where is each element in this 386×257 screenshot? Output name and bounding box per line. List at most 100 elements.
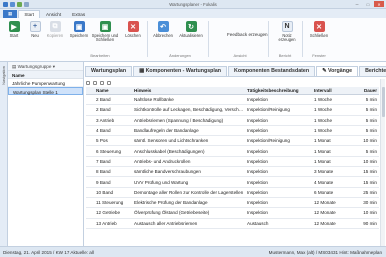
window-title: Wartungsplaner - Fokalis [169, 2, 217, 7]
table-row[interactable]: 13 Antrieb Austausch aller Antriebsriemen… [86, 219, 379, 229]
group-label-bericht: Bericht [278, 53, 292, 58]
cell-name: 4 Band [96, 128, 111, 134]
group-list-header-label: Name [12, 72, 25, 78]
close-window-button[interactable]: ✕ [374, 1, 384, 7]
tab-ansicht[interactable]: Ansicht [41, 11, 66, 19]
column-header-hinweis[interactable]: Hinweis [132, 88, 245, 93]
cell-taetigkeit: Inspektion [247, 158, 268, 164]
cell-hinweis: sämtl. Sensoren und Lichtschranken [134, 138, 209, 144]
cell-hinweis: Austausch aller Antriebsriemen [134, 220, 198, 226]
cell-name: 8 Band [96, 169, 111, 175]
cell-name: 10 Band [96, 189, 114, 195]
group-list-item-selected[interactable]: Wartungsplan Stelle 1 [8, 87, 83, 95]
column-header-taetigkeit[interactable]: Tätigkeitsbeschreibung [245, 88, 312, 93]
grid-scrollbar[interactable] [380, 79, 385, 246]
cell-hinweis: Antriebs- und Andruckrollen [134, 158, 191, 164]
column-header-dauer[interactable]: Dauer [356, 88, 379, 93]
table-row[interactable]: 2 Band Sichtkontrolle auf Leckagen, Besch… [86, 105, 379, 116]
group-dropdown[interactable]: Wartungsgruppe [18, 64, 52, 69]
table-row[interactable]: 9 Band UVV Prüfung und Wartung Inspektion 4… [86, 177, 379, 188]
cell-dauer: 5 min [365, 107, 377, 113]
refresh-grid-icon[interactable] [100, 81, 104, 85]
cell-taetigkeit: Inspektion [247, 179, 268, 185]
feedback-button[interactable]: Feedback erzeugen [227, 32, 268, 37]
tab-vorgaenge[interactable]: ✎ Vorgänge [316, 65, 359, 76]
tab-komponenten-wartungsplan[interactable]: ▦ Komponenten - Wartungsplan [133, 65, 228, 76]
navigation-strip-label: Navigation [1, 66, 6, 85]
group-list-item[interactable]: Jährliche Pumpenwartung [8, 79, 83, 87]
group-label-fenster: Fenster [312, 53, 326, 58]
table-row[interactable]: 3 Antrieb Antriebsriemen (Spannung / Besc… [86, 116, 379, 126]
tab-extras[interactable]: Extras [67, 11, 90, 19]
table-row[interactable]: 10 Band Demontage aller Rollen zur Kontro… [86, 188, 379, 198]
table-row[interactable]: 12 Getriebe Ölverprüfung Ölstand (Getrieb… [86, 208, 379, 219]
group-panel: ▤ Wartungsgruppe ▾ Name Jährliche Pumpen… [8, 62, 84, 246]
ribbon-separator [147, 21, 148, 57]
close-button[interactable]: ✕ Schließen [306, 21, 332, 38]
table-row[interactable]: 7 Band Antriebs- und Andruckrollen Inspekt… [86, 157, 379, 168]
refresh-button[interactable]: ↻ Aktualisieren [176, 21, 206, 38]
delete-row-icon[interactable] [93, 81, 97, 85]
table-row[interactable]: 4 Band Bandlaufregeln der Bandanlage Inspe… [86, 126, 379, 137]
grid-body: 2 Band Nahtlose Rollbänke Inspektion 1 Woch… [86, 95, 379, 229]
tab-start[interactable]: Start [18, 9, 41, 18]
table-row[interactable]: 2 Band Nahtlose Rollbänke Inspektion 1 Woch… [86, 95, 379, 106]
cell-dauer: 5 min [365, 97, 377, 103]
save-close-button[interactable]: ▣ Speichern und Schließen [90, 21, 120, 43]
column-header-name[interactable]: Name [94, 88, 132, 93]
title-bar: Wartungsplaner - Fokalis ─ □ ✕ [0, 0, 386, 9]
cell-dauer: 30 min [363, 200, 377, 206]
table-row[interactable]: 5 Pos sämtl. Sensoren und Lichtschranken I… [86, 136, 379, 147]
group-label-bearbeiten: Bearbeiten [90, 53, 110, 58]
scrollbar-thumb[interactable] [382, 87, 385, 117]
ribbon-tab-bar: ▦ Start Ansicht Extras [0, 9, 386, 18]
cell-name: 2 Band [96, 97, 111, 103]
ribbon: ▶ Start + Neu ⧉ Kopieren ▣ Speichern ▣ S… [0, 18, 386, 62]
cell-intervall: 1 Woche [314, 117, 333, 123]
cancel-button[interactable]: ↶ Abbrechen [150, 21, 176, 38]
cell-intervall: 3 Monate [314, 169, 334, 175]
file-tab[interactable]: ▦ [3, 9, 18, 18]
cell-dauer: 15 min [363, 169, 377, 175]
new-row-icon[interactable] [86, 81, 90, 85]
column-header-intervall[interactable]: Intervall [312, 88, 356, 93]
filter-grid-icon[interactable] [107, 81, 111, 85]
table-row[interactable]: 11 Steuerung Elektrische Prüfung der Band… [86, 198, 379, 209]
cell-taetigkeit: Inspektion [247, 189, 268, 195]
cell-intervall: 1 Monat [314, 158, 331, 164]
save-button[interactable]: ▣ Speichern [66, 21, 92, 38]
maximize-button[interactable]: □ [363, 1, 373, 7]
cell-taetigkeit: Inspektion [247, 97, 268, 103]
grid-header-row: Name Hinweis Tätigkeitsbeschreibung Inte… [86, 87, 379, 95]
chevron-down-icon: ▾ [51, 64, 56, 69]
copy-button[interactable]: ⧉ Kopieren [42, 21, 68, 38]
cell-name: 13 Antrieb [96, 220, 117, 226]
tab-komponenten-bestandsdaten[interactable]: Komponenten Bestandsdaten [228, 65, 316, 76]
tab-wartungsplan[interactable]: Wartungsplan [85, 65, 133, 76]
cell-taetigkeit: Inspektion [247, 128, 268, 134]
cell-taetigkeit: Inspektion [247, 148, 268, 154]
group-list-header[interactable]: Name [8, 71, 83, 79]
undo-arrow-icon: ↶ [157, 21, 169, 32]
note-icon: N [281, 21, 293, 32]
cell-dauer: 15 min [363, 179, 377, 185]
cell-dauer: 5 min [365, 128, 377, 134]
group-toolbar[interactable]: ▤ Wartungsgruppe ▾ [8, 62, 83, 71]
group-label-aenderungen: Änderungen [169, 53, 191, 58]
cell-intervall: 1 Woche [314, 128, 333, 134]
note-button[interactable]: N Notiz erzeugen [274, 21, 300, 43]
table-row[interactable]: 6 Steuerung Anschlusskabel (Beschädigunge… [86, 146, 379, 157]
navigation-strip[interactable]: Navigation [0, 62, 8, 246]
cell-intervall: 1 Monat [314, 138, 331, 144]
document-tab-bar: Wartungsplan ▦ Komponenten - Wartungspla… [85, 65, 386, 77]
cell-name: 5 Pos [96, 138, 108, 144]
delete-button[interactable]: ✕ Löschen [120, 21, 146, 38]
new-document-icon: + [29, 21, 41, 32]
save-icon: ▣ [73, 21, 85, 32]
table-row[interactable]: 8 Band sämtliche Bandverschraubungen Inspe… [86, 167, 379, 178]
save-close-icon: ▣ [99, 21, 111, 32]
tab-berichte[interactable]: Berichte [359, 65, 386, 76]
minimize-button[interactable]: ─ [352, 1, 362, 7]
cell-taetigkeit: Austausch [247, 220, 269, 226]
cell-hinweis: Sichtkontrolle auf Leckagen, Beschädigun… [134, 107, 245, 113]
